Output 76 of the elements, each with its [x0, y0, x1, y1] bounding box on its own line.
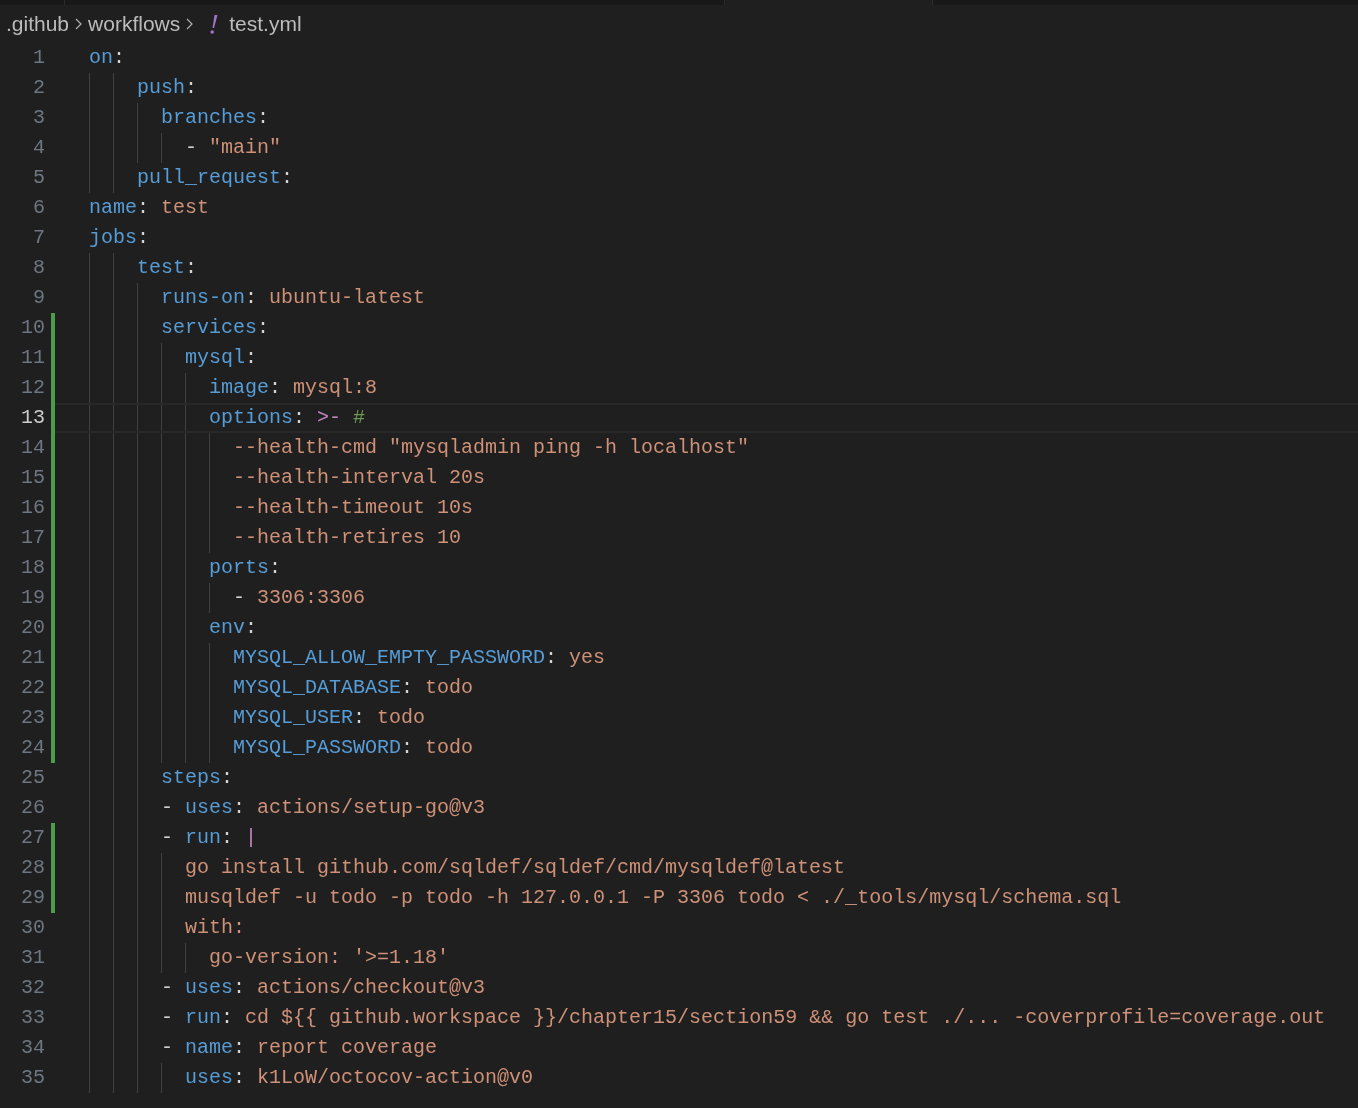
code-line: image: mysql:8	[208, 375, 378, 401]
line-number: 27	[20, 825, 45, 851]
code-line: pull_request:	[136, 165, 294, 191]
yaml-file-icon	[209, 14, 220, 34]
line-number: 10	[20, 315, 45, 341]
line-number: 22	[20, 675, 45, 701]
line-number: 2	[32, 75, 45, 101]
line-number: 32	[20, 975, 45, 1001]
code-line: - "main"	[184, 135, 282, 161]
code-line: MYSQL_USER: todo	[232, 705, 426, 731]
line-number: 30	[20, 915, 45, 941]
line-number: 1	[32, 45, 45, 71]
line-number: 5	[32, 165, 45, 191]
line-number: 20	[20, 615, 45, 641]
chevron-right-icon	[75, 18, 83, 30]
chevron-right-icon	[186, 18, 194, 30]
line-number: 31	[20, 945, 45, 971]
line-number: 4	[32, 135, 45, 161]
code-line: musqldef -u todo -p todo -h 127.0.0.1 -P 3306 todo < ./_tools/mysql/schema.sql	[184, 885, 1122, 911]
line-number: 35	[20, 1065, 45, 1091]
code-line: env:	[208, 615, 258, 641]
line-number: 13	[20, 405, 45, 431]
line-number: 18	[20, 555, 45, 581]
line-number: 16	[20, 495, 45, 521]
code-line: push:	[136, 75, 198, 101]
code-line: MYSQL_DATABASE: todo	[232, 675, 474, 701]
line-number: 26	[20, 795, 45, 821]
line-number: 14	[20, 435, 45, 461]
breadcrumb-item[interactable]: workflows	[88, 8, 181, 40]
line-number: 25	[20, 765, 45, 791]
code-line: mysql:	[184, 345, 258, 371]
breadcrumb-item[interactable]: test.yml	[229, 8, 302, 40]
code-line: - uses: actions/setup-go@v3	[160, 795, 486, 821]
code-line: go-version: '>=1.18'	[208, 945, 450, 971]
line-number: 29	[20, 885, 45, 911]
code-line: --health-retires 10	[232, 525, 462, 551]
line-number: 33	[20, 1005, 45, 1031]
code-line: on:	[89, 45, 126, 71]
line-number: 9	[32, 285, 45, 311]
code-line: test:	[136, 255, 198, 281]
line-number: 24	[20, 735, 45, 761]
code-line: - 3306:3306	[232, 585, 366, 611]
code-line: runs-on: ubuntu-latest	[160, 285, 426, 311]
code-line: uses: k1LoW/octocov-action@v0	[184, 1065, 534, 1091]
code-line: go install github.com/sqldef/sqldef/cmd/mysqldef@latest	[184, 855, 846, 881]
line-number: 28	[20, 855, 45, 881]
line-number: 34	[20, 1035, 45, 1061]
line-number: 21	[20, 645, 45, 671]
code-line: MYSQL_ALLOW_EMPTY_PASSWORD: yes	[232, 645, 606, 671]
line-number: 6	[32, 195, 45, 221]
code-line: branches:	[160, 105, 270, 131]
code-line: options: >- #	[208, 405, 366, 431]
code-line: with:	[184, 915, 246, 941]
line-number: 19	[20, 585, 45, 611]
code-line: - run: |	[160, 825, 258, 851]
line-number: 8	[32, 255, 45, 281]
code-line: - name: report coverage	[160, 1035, 438, 1061]
line-number: 11	[20, 345, 45, 371]
line-number: 23	[20, 705, 45, 731]
code-line: --health-cmd "mysqladmin ping -h localhost"	[232, 435, 750, 461]
code-line: name: test	[89, 195, 210, 221]
line-number: 15	[20, 465, 45, 491]
breadcrumb-item[interactable]: .github	[6, 8, 70, 40]
code-line: ports:	[208, 555, 282, 581]
code-line: MYSQL_PASSWORD: todo	[232, 735, 474, 761]
code-line: steps:	[160, 765, 234, 791]
line-number: 7	[32, 225, 45, 251]
code-line: --health-timeout 10s	[232, 495, 474, 521]
code-line: services:	[160, 315, 270, 341]
code-line: jobs:	[89, 225, 150, 251]
code-line: --health-interval 20s	[232, 465, 486, 491]
line-number: 3	[32, 105, 45, 131]
code-line: - run: cd ${{ github.workspace }}/chapter15/section59 && go test ./... -coverprofile=coverage.out	[160, 1005, 1326, 1031]
line-number: 17	[20, 525, 45, 551]
line-number: 12	[20, 375, 45, 401]
code-line: - uses: actions/checkout@v3	[160, 975, 486, 1001]
